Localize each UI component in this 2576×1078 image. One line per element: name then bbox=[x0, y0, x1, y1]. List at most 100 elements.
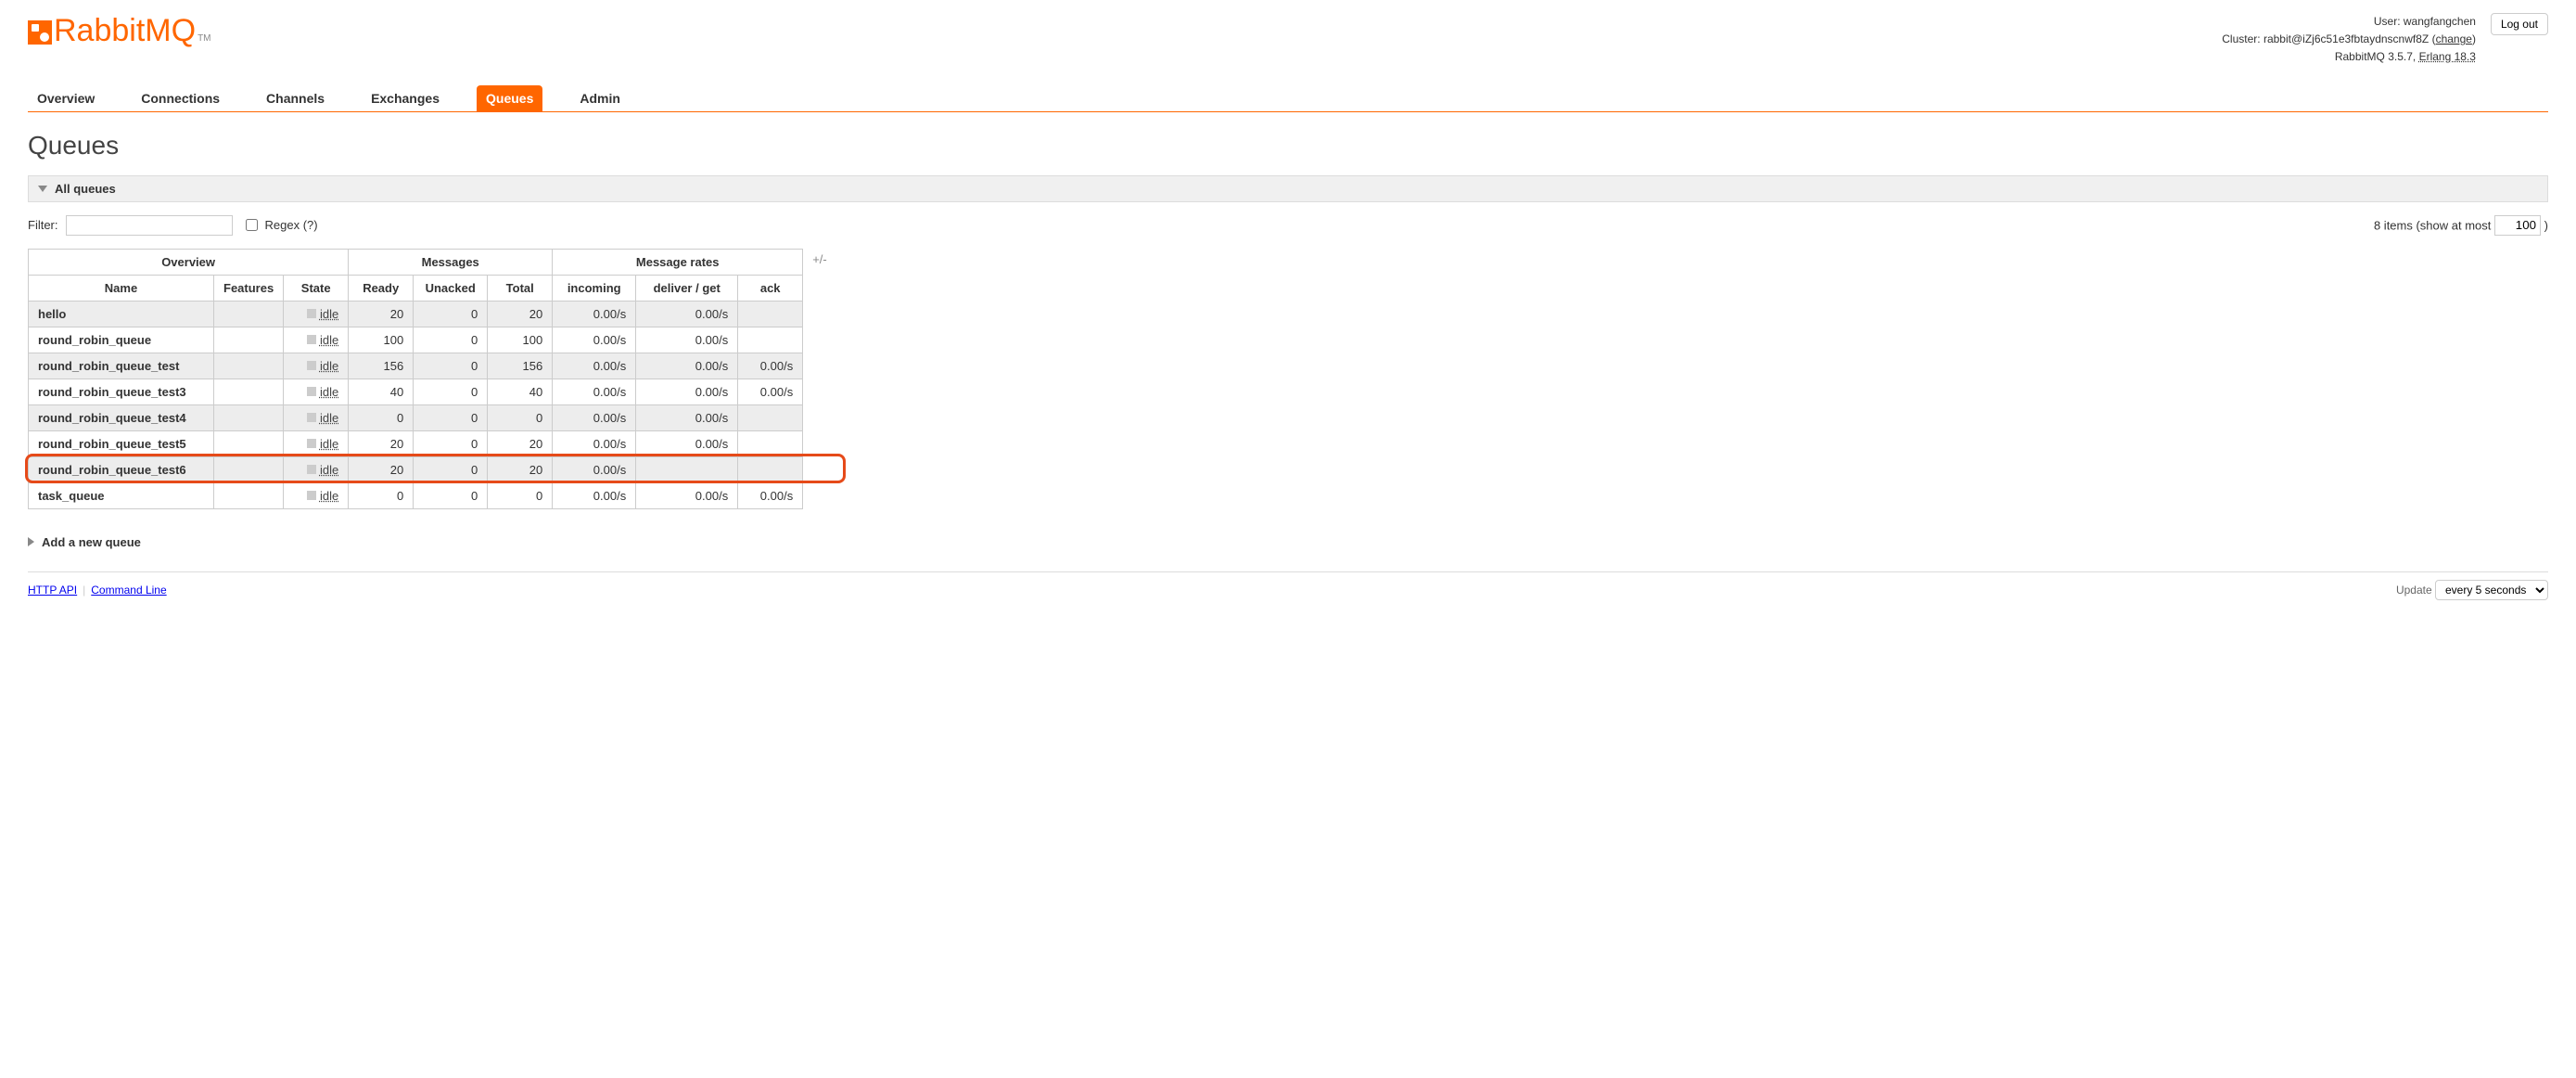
items-close-paren: ) bbox=[2544, 218, 2548, 232]
col-header-state[interactable]: State bbox=[284, 275, 349, 301]
tab-connections[interactable]: Connections bbox=[132, 85, 229, 111]
queue-state: idle bbox=[284, 482, 349, 508]
cell-unacked: 0 bbox=[414, 301, 488, 327]
table-row: round_robin_queue_test3 idle400400.00/s0… bbox=[29, 379, 803, 404]
logo-text: RabbitMQ bbox=[54, 13, 196, 49]
queue-state: idle bbox=[284, 301, 349, 327]
cell-ready: 20 bbox=[349, 301, 414, 327]
queues-table: Overview Messages Message rates NameFeat… bbox=[28, 249, 803, 509]
update-interval-select[interactable]: every 5 seconds bbox=[2435, 580, 2548, 600]
table-row: round_robin_queue_test idle15601560.00/s… bbox=[29, 353, 803, 379]
col-group-messages: Messages bbox=[349, 249, 553, 275]
queue-name-link[interactable]: round_robin_queue bbox=[29, 327, 214, 353]
tab-overview[interactable]: Overview bbox=[28, 85, 104, 111]
http-api-link[interactable]: HTTP API bbox=[28, 584, 77, 597]
col-header-unacked[interactable]: Unacked bbox=[414, 275, 488, 301]
cell-incoming: 0.00/s bbox=[553, 482, 636, 508]
queue-features bbox=[214, 353, 284, 379]
items-count-text: 8 items (show at most bbox=[2374, 218, 2491, 232]
queue-name-link[interactable]: round_robin_queue_test bbox=[29, 353, 214, 379]
filter-label: Filter: bbox=[28, 218, 58, 232]
user-name: wangfangchen bbox=[2404, 15, 2476, 28]
queue-name-link[interactable]: round_robin_queue_test4 bbox=[29, 404, 214, 430]
cell-ack bbox=[738, 430, 803, 456]
cell-incoming: 0.00/s bbox=[553, 327, 636, 353]
show-at-most-input[interactable] bbox=[2494, 215, 2541, 236]
cluster-label: Cluster: bbox=[2222, 32, 2260, 45]
version-product: RabbitMQ 3.5.7, bbox=[2335, 50, 2416, 63]
logout-button[interactable]: Log out bbox=[2491, 13, 2548, 35]
queue-state: idle bbox=[284, 404, 349, 430]
erlang-version: Erlang 18.3 bbox=[2419, 50, 2476, 63]
state-indicator-icon bbox=[307, 465, 316, 474]
change-link[interactable]: change bbox=[2436, 32, 2472, 45]
logo[interactable]: RabbitMQ TM bbox=[28, 13, 211, 49]
command-line-link[interactable]: Command Line bbox=[91, 584, 166, 597]
cell-total: 20 bbox=[488, 456, 553, 482]
cell-ready: 0 bbox=[349, 482, 414, 508]
queue-features bbox=[214, 456, 284, 482]
queue-features bbox=[214, 301, 284, 327]
section-all-queues[interactable]: All queues bbox=[28, 175, 2548, 202]
queue-features bbox=[214, 482, 284, 508]
table-row: round_robin_queue_test5 idle200200.00/s0… bbox=[29, 430, 803, 456]
cell-ready: 100 bbox=[349, 327, 414, 353]
col-header-incoming[interactable]: incoming bbox=[553, 275, 636, 301]
col-header-ack[interactable]: ack bbox=[738, 275, 803, 301]
col-group-rates: Message rates bbox=[553, 249, 803, 275]
cell-total: 100 bbox=[488, 327, 553, 353]
cell-unacked: 0 bbox=[414, 482, 488, 508]
queue-name-link[interactable]: task_queue bbox=[29, 482, 214, 508]
queue-features bbox=[214, 404, 284, 430]
cell-incoming: 0.00/s bbox=[553, 404, 636, 430]
cell-ack bbox=[738, 301, 803, 327]
state-indicator-icon bbox=[307, 413, 316, 422]
col-header-ready[interactable]: Ready bbox=[349, 275, 414, 301]
tab-admin[interactable]: Admin bbox=[570, 85, 630, 111]
col-header-total[interactable]: Total bbox=[488, 275, 553, 301]
chevron-right-icon bbox=[28, 537, 34, 546]
queue-state: idle bbox=[284, 353, 349, 379]
update-label: Update bbox=[2396, 584, 2432, 597]
table-row: round_robin_queue_test6 idle200200.00/s bbox=[29, 456, 803, 482]
cell-deliver: 0.00/s bbox=[636, 404, 738, 430]
cell-ready: 20 bbox=[349, 430, 414, 456]
cell-unacked: 0 bbox=[414, 353, 488, 379]
tab-exchanges[interactable]: Exchanges bbox=[362, 85, 449, 111]
cell-unacked: 0 bbox=[414, 456, 488, 482]
col-header-deliver-get[interactable]: deliver / get bbox=[636, 275, 738, 301]
rabbitmq-icon bbox=[28, 20, 52, 45]
columns-toggle[interactable]: +/- bbox=[812, 249, 827, 266]
section-add-queue[interactable]: Add a new queue bbox=[28, 532, 2548, 553]
queue-name-link[interactable]: round_robin_queue_test5 bbox=[29, 430, 214, 456]
table-row: round_robin_queue idle10001000.00/s0.00/… bbox=[29, 327, 803, 353]
queue-name-link[interactable]: hello bbox=[29, 301, 214, 327]
cell-ack: 0.00/s bbox=[738, 379, 803, 404]
logo-trademark: TM bbox=[198, 33, 210, 44]
cell-ready: 0 bbox=[349, 404, 414, 430]
add-queue-label: Add a new queue bbox=[42, 535, 141, 549]
cell-deliver: 0.00/s bbox=[636, 379, 738, 404]
tab-queues[interactable]: Queues bbox=[477, 85, 542, 111]
queue-state: idle bbox=[284, 327, 349, 353]
footer-separator: | bbox=[83, 584, 85, 597]
col-group-overview: Overview bbox=[29, 249, 349, 275]
col-header-name[interactable]: Name bbox=[29, 275, 214, 301]
queue-name-link[interactable]: round_robin_queue_test6 bbox=[29, 456, 214, 482]
cell-total: 0 bbox=[488, 404, 553, 430]
cell-incoming: 0.00/s bbox=[553, 456, 636, 482]
cluster-name: rabbit@iZj6c51e3fbtaydnscnwf8Z bbox=[2264, 32, 2429, 45]
table-row: round_robin_queue_test4 idle0000.00/s0.0… bbox=[29, 404, 803, 430]
cell-incoming: 0.00/s bbox=[553, 353, 636, 379]
tab-channels[interactable]: Channels bbox=[257, 85, 334, 111]
state-indicator-icon bbox=[307, 491, 316, 500]
filter-input[interactable] bbox=[66, 215, 233, 236]
cell-deliver: 0.00/s bbox=[636, 482, 738, 508]
regex-checkbox[interactable] bbox=[246, 219, 258, 231]
cell-incoming: 0.00/s bbox=[553, 430, 636, 456]
col-header-features[interactable]: Features bbox=[214, 275, 284, 301]
queue-name-link[interactable]: round_robin_queue_test3 bbox=[29, 379, 214, 404]
cell-total: 40 bbox=[488, 379, 553, 404]
regex-label: Regex (?) bbox=[265, 218, 318, 232]
state-indicator-icon bbox=[307, 439, 316, 448]
